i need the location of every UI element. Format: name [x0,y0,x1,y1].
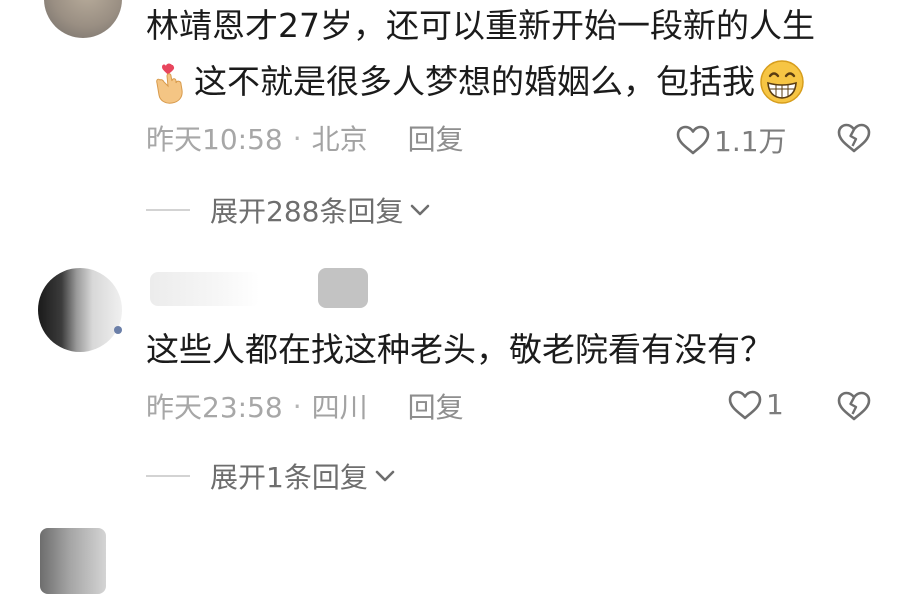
avatar[interactable] [38,268,122,352]
comment-text-line: 这不就是很多人梦想的婚姻么，包括我 [152,56,805,108]
heart-icon [728,390,762,419]
comment-text-segment: 这不就是很多人梦想的婚姻么，包括我 [194,62,755,101]
chevron-down-icon [375,470,395,482]
finger-heart-icon [152,62,186,104]
meta-separator: · [292,389,302,423]
dislike-button[interactable] [836,122,872,158]
reply-button[interactable]: 回复 [408,386,464,426]
grinning-face-icon [759,59,805,105]
meta-separator: · [292,121,302,155]
expand-replies-button[interactable]: 展开1条回复 [146,456,396,496]
avatar[interactable] [44,0,122,38]
heart-icon [676,125,710,155]
like-button[interactable]: 1 [728,388,784,421]
broken-heart-icon [837,391,871,421]
comment-meta: 昨天23:58 · 四川 回复 [146,386,464,426]
divider [146,475,190,477]
comment-time: 昨天23:58 [146,391,283,424]
comment-text-line: 这些人都在找这种老头，敬老院看有没有？ [146,330,773,369]
author-tag-redacted [318,268,368,308]
divider [146,209,190,211]
like-count: 1.1万 [714,125,787,158]
reply-button[interactable]: 回复 [408,118,464,158]
like-button[interactable]: 1.1万 [676,120,787,160]
user-badge [114,326,122,334]
expand-replies-button[interactable]: 展开288条回复 [146,190,431,230]
comment-text-line: 林靖恩才27岁，还可以重新开始一段新的人生 [146,6,815,45]
avatar[interactable] [40,528,106,594]
broken-heart-icon [837,123,871,153]
like-count: 1 [766,388,784,421]
comment-location: 四川 [311,391,368,424]
dislike-button[interactable] [836,390,872,426]
comment-location: 北京 [311,123,368,156]
expand-replies-label: 展开1条回复 [210,461,368,494]
comment-meta: 昨天10:58 · 北京 回复 [146,118,464,158]
chevron-down-icon [411,204,430,216]
username-redacted[interactable] [150,272,260,306]
expand-replies-label: 展开288条回复 [210,195,404,228]
comment-time: 昨天10:58 [146,123,283,156]
